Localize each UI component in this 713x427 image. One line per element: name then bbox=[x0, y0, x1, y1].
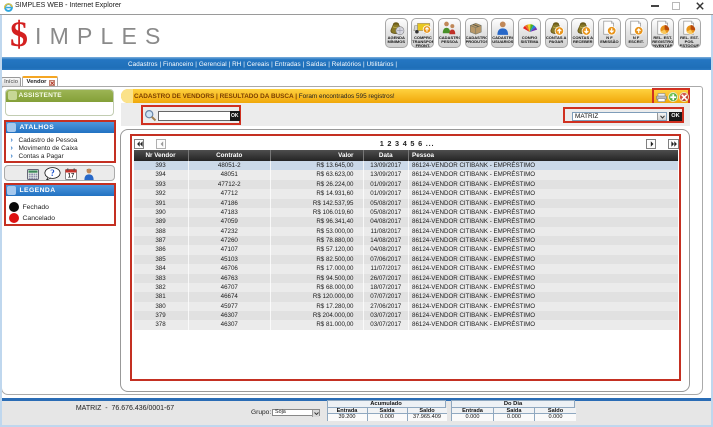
svg-text:?: ? bbox=[50, 168, 55, 178]
svg-text:17: 17 bbox=[67, 173, 74, 179]
